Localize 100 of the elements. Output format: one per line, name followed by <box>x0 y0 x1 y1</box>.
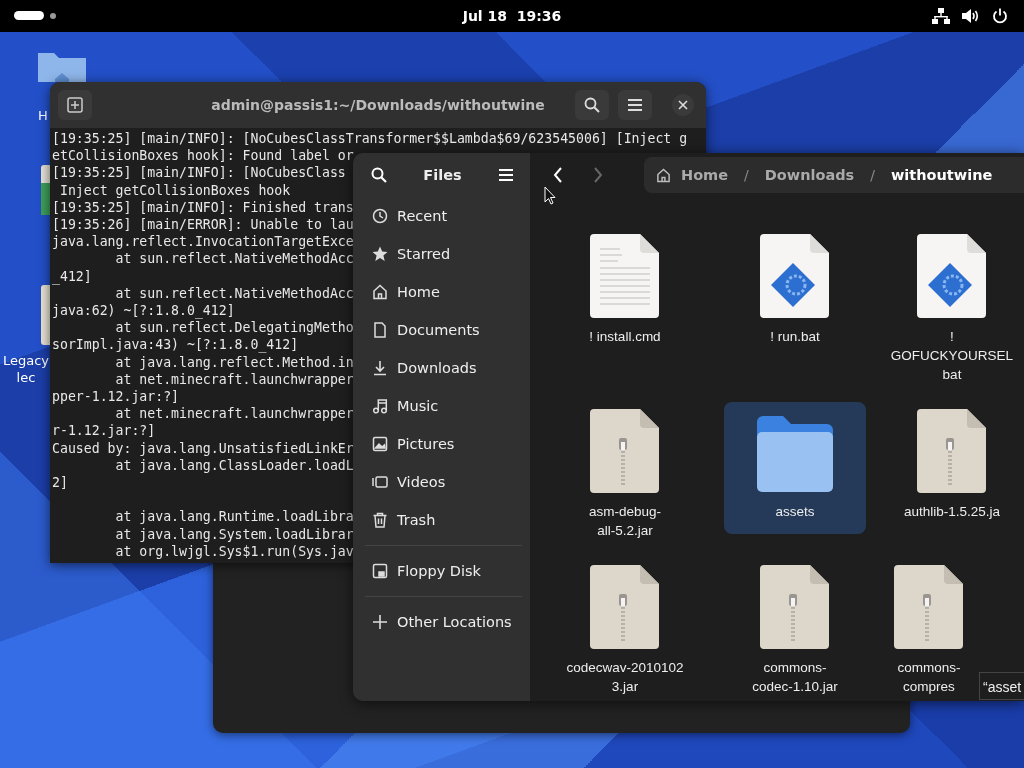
terminal-line: sorImpl.java:43) ~[?:1.8.0_412] <box>52 336 299 354</box>
archive-file-icon <box>590 564 660 650</box>
archive-file-icon <box>590 408 660 494</box>
terminal-line: at sun.reflect.NativeMethodAcc <box>114 250 354 268</box>
chevron-right-icon <box>593 167 603 183</box>
terminal-line: [19:35:25] [main/INFO]: [NoCubesClass <box>52 164 346 182</box>
sidebar-item[interactable]: Documents <box>361 311 522 349</box>
tooltip: “asset <box>979 672 1024 700</box>
terminal-line: java:62) ~[?:1.8.0_412] <box>52 302 235 320</box>
terminal-line: at java.lang.Runtime.loadLibra <box>114 508 354 526</box>
trash-icon <box>372 512 388 528</box>
activities-indicator[interactable] <box>14 11 56 20</box>
terminal-line: at java.lang.ClassLoader.loadL <box>114 456 354 475</box>
file-item[interactable]: ! install.cmd <box>554 227 696 367</box>
path-button[interactable]: withoutwine <box>886 167 997 183</box>
path-separator: / <box>743 167 750 183</box>
sidebar-item[interactable]: Floppy Disk <box>361 552 522 590</box>
script-file-icon <box>917 233 987 319</box>
terminal-line: [19:35:25] [main/INFO]: Finished trans <box>52 198 354 216</box>
file-name: codecwav-2010102 3.jar <box>566 659 684 696</box>
menu-icon <box>498 168 514 182</box>
terminal-line: at sun.reflect.NativeMethodAcc <box>114 284 354 303</box>
file-item[interactable]: authlib-1.5.25.ja <box>880 402 1024 542</box>
terminal-line: pper-1.12.jar:?] <box>52 388 180 406</box>
terminal-line: at org.lwjgl.Sys$1.run(Sys.jav <box>114 542 354 561</box>
terminal-line: _412] <box>52 267 92 285</box>
search-button[interactable] <box>575 90 609 120</box>
file-name: assets <box>775 503 815 521</box>
terminal-line: at net.minecraft.launchwrapper <box>114 370 354 389</box>
desktop-icon-label[interactable]: H <box>38 107 48 124</box>
window-title: admin@passis1:~/Downloads/withoutwine <box>211 97 545 113</box>
plus-icon <box>372 614 388 630</box>
download-icon <box>372 360 388 376</box>
file-item[interactable]: assets <box>724 402 866 534</box>
mouse-pointer-icon <box>544 186 556 205</box>
terminal-line: [19:35:25] [main/INFO]: [NoCubesClassTransformer$$Lambda$69/623545006] [Inject g <box>52 130 688 148</box>
file-item[interactable]: ! run.bat <box>724 227 866 367</box>
terminal-line: Caused by: java.lang.UnsatisfiedLinkEr <box>52 439 354 457</box>
volume-icon[interactable] <box>962 8 980 24</box>
text-file-icon <box>590 233 660 319</box>
file-name: ! run.bat <box>770 328 820 346</box>
file-name: ! install.cmd <box>589 328 661 346</box>
music-note-icon <box>372 398 388 414</box>
home-icon <box>656 167 671 183</box>
script-file-icon <box>760 233 830 319</box>
sidebar-item[interactable]: Music <box>361 387 522 425</box>
power-icon[interactable] <box>992 8 1008 24</box>
file-item[interactable]: codecwav-2010102 3.jar <box>554 558 696 700</box>
archive-file-icon <box>894 564 964 650</box>
close-icon <box>678 100 688 110</box>
menu-icon <box>627 98 643 112</box>
file-item[interactable]: commons- codec-1.10.jar <box>724 558 866 700</box>
network-icon[interactable] <box>932 8 950 24</box>
terminal-line: java.lang.reflect.InvocationTargetExce <box>52 233 354 251</box>
document-icon <box>372 322 388 338</box>
file-item[interactable]: ! GOFUCKYOURSEL bat <box>880 227 1024 388</box>
plus-icon <box>67 97 83 113</box>
clock-icon <box>372 208 388 224</box>
path-separator: / <box>869 167 876 183</box>
image-icon <box>372 436 388 452</box>
file-name: authlib-1.5.25.ja <box>903 503 1001 521</box>
sidebar-item[interactable]: Trash <box>361 501 522 539</box>
file-item[interactable]: commons- compres <box>880 558 978 700</box>
terminal-line: r-1.12.jar:?] <box>52 422 156 440</box>
star-icon <box>372 246 388 262</box>
search-icon <box>584 97 600 113</box>
terminal-line: etCollisionBoxes hook]: Found label or <box>52 147 354 165</box>
sidebar-item[interactable]: Home <box>361 273 522 311</box>
path-button[interactable]: Downloads <box>760 167 859 183</box>
file-name: asm-debug- all-5.2.jar <box>588 503 661 540</box>
desktop-icon-label[interactable]: Legacy lec <box>2 352 49 386</box>
terminal-line: at java.lang.System.loadLibrar <box>114 525 354 543</box>
path-button[interactable]: Home <box>677 167 733 183</box>
sidebar-item[interactable]: Other Locations <box>361 603 522 641</box>
sidebar-item[interactable]: Starred <box>361 235 522 273</box>
sidebar-item[interactable]: Recent <box>361 197 522 235</box>
terminal-line: 2] <box>52 474 68 492</box>
chevron-left-icon <box>553 167 563 183</box>
home-icon <box>372 284 388 300</box>
file-name: commons- codec-1.10.jar <box>752 659 838 696</box>
new-tab-button[interactable] <box>58 90 92 120</box>
sidebar-item[interactable]: Downloads <box>361 349 522 387</box>
video-icon <box>372 474 388 490</box>
app-title: Files <box>423 167 462 183</box>
close-button[interactable] <box>672 94 694 116</box>
clock[interactable]: Jul 18 19:36 <box>462 8 562 24</box>
archive-file-icon <box>760 564 830 650</box>
search-icon <box>371 167 387 183</box>
sidebar-item[interactable]: Videos <box>361 463 522 501</box>
menu-button[interactable] <box>618 90 652 120</box>
file-name: commons- compres <box>897 659 961 696</box>
terminal-line: at sun.reflect.DelegatingMetho <box>114 319 354 337</box>
file-name: ! GOFUCKYOURSEL bat <box>890 328 1014 384</box>
terminal-line: [19:35:26] [main/ERROR]: Unable to lau <box>52 216 354 234</box>
terminal-line: at net.minecraft.launchwrapper <box>114 405 354 423</box>
file-item[interactable]: asm-debug- all-5.2.jar <box>554 402 696 544</box>
terminal-line: at java.lang.reflect.Method.in <box>114 353 354 371</box>
sidebar-item[interactable]: Pictures <box>361 425 522 463</box>
archive-file-icon <box>917 408 987 494</box>
terminal-line: Inject getCollisionBoxes hook <box>58 181 291 199</box>
